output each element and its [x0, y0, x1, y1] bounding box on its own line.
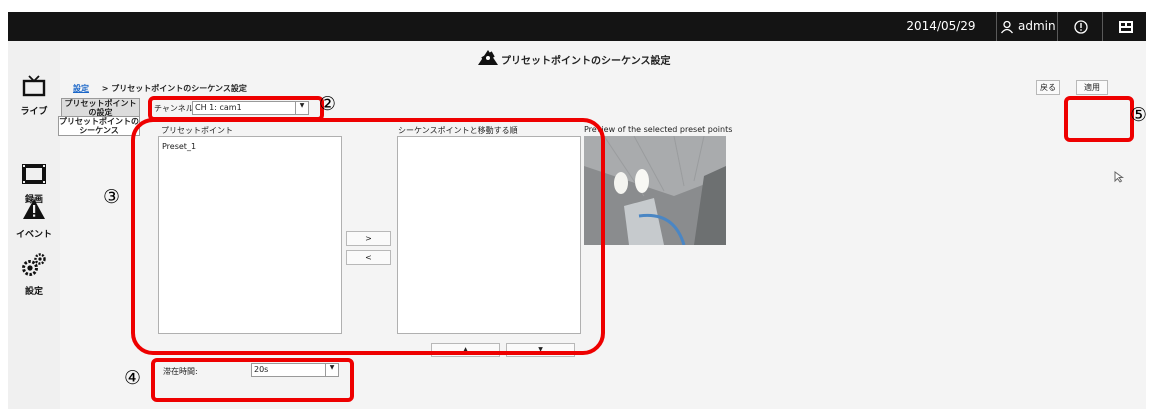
tab-preset-sequence[interactable]: プリセットポイントのシーケンス	[58, 116, 140, 136]
apply-button[interactable]: 適用	[1076, 80, 1108, 95]
page-title-text: プリセットポイントのシーケンス設定	[501, 56, 671, 67]
datetime-display: 2014/05/29 16:59:06	[906, 19, 976, 62]
tab-preset-settings[interactable]: プリセットポイントの設定	[61, 98, 140, 118]
annotation-number-2: ②	[319, 93, 337, 115]
page-title: プリセットポイントのシーケンス設定	[478, 50, 671, 67]
sidebar-item-label: ライブ	[20, 107, 48, 117]
preview-label: Preview of the selected preset points	[584, 125, 733, 134]
sidebar: ライブ 録画 イベント 設定	[8, 41, 60, 409]
breadcrumb-current: > プリセットポイントのシーケンス設定	[101, 84, 247, 93]
user-name: admin	[1018, 19, 1056, 33]
annotation-number-4: ④	[124, 367, 142, 389]
back-button[interactable]: 戻る	[1036, 80, 1060, 95]
screen-icon[interactable]	[1118, 19, 1134, 35]
sidebar-item-live[interactable]: ライブ	[8, 75, 60, 117]
mouse-cursor-icon	[1114, 171, 1125, 183]
sidebar-item-label: 設定	[24, 287, 43, 297]
top-bar: 2014/05/29 16:59:06 admin	[8, 12, 1146, 62]
annotation-box-3	[131, 118, 605, 355]
sidebar-item-settings[interactable]: 設定	[8, 253, 60, 297]
sidebar-item-label: イベント	[15, 230, 52, 240]
user-menu[interactable]: admin	[1000, 12, 1056, 41]
user-icon	[1000, 20, 1014, 33]
preview-image	[584, 136, 726, 245]
breadcrumb-link-settings[interactable]: 設定	[73, 84, 89, 93]
tv-icon	[22, 75, 46, 97]
annotation-box-5	[1064, 96, 1134, 142]
annotation-box-4	[151, 358, 354, 402]
preview-camera-image	[584, 136, 726, 245]
annotation-number-5: ⑤	[1130, 104, 1148, 126]
annotation-number-3: ③	[103, 186, 121, 208]
film-icon	[22, 164, 46, 184]
info-icon[interactable]	[1073, 19, 1089, 35]
divider	[1057, 12, 1058, 41]
sidebar-item-event[interactable]: イベント	[8, 198, 60, 240]
ptz-camera-icon	[478, 50, 498, 65]
warning-icon	[23, 199, 45, 219]
divider	[1102, 12, 1103, 41]
gear-icon	[22, 253, 46, 276]
divider	[996, 12, 997, 41]
breadcrumb: 設定 > プリセットポイントのシーケンス設定	[73, 83, 247, 94]
